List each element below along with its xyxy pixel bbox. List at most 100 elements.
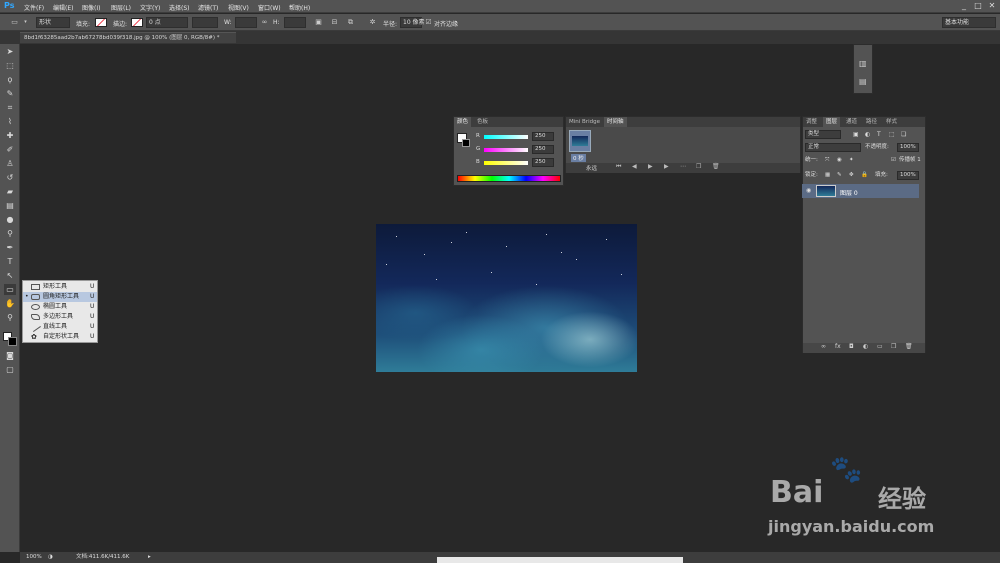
hand-tool-icon[interactable]: ✋: [4, 298, 16, 309]
share-icon[interactable]: ◑: [48, 552, 53, 563]
unify-style-icon[interactable]: ✦: [849, 155, 854, 166]
red-channel-slider[interactable]: R 250: [474, 132, 562, 142]
next-frame-icon[interactable]: ▶: [664, 163, 669, 170]
link-layers-icon[interactable]: ∞: [821, 343, 826, 350]
tab-adjustments[interactable]: 调整: [803, 117, 820, 127]
zoom-level[interactable]: 100%: [26, 552, 42, 563]
path-operations-icon[interactable]: ▣: [314, 18, 323, 27]
marquee-tool-icon[interactable]: ⬚: [4, 60, 16, 71]
menu-image[interactable]: 图像(I): [82, 3, 100, 12]
shape-tool-icon[interactable]: ▭: [4, 284, 16, 295]
new-layer-icon[interactable]: ❐: [891, 343, 896, 350]
unify-position-icon[interactable]: ⤧: [825, 155, 829, 166]
lasso-tool-icon[interactable]: ϙ: [4, 74, 16, 85]
type-tool-icon[interactable]: T: [4, 256, 16, 267]
menu-layer[interactable]: 图层(L): [111, 3, 131, 12]
menu-type[interactable]: 文字(Y): [140, 3, 160, 12]
crop-tool-icon[interactable]: ⌗: [4, 102, 16, 113]
menu-file[interactable]: 文件(F): [24, 3, 44, 12]
document-canvas-image[interactable]: [376, 224, 637, 372]
status-menu-arrow-icon[interactable]: ▸: [148, 552, 151, 563]
green-channel-slider[interactable]: G 250: [474, 145, 562, 155]
document-tab[interactable]: 8bd1f63285aad2b7ab67278bd039f318.jpg @ 1…: [20, 32, 236, 43]
duplicate-frame-icon[interactable]: ❐: [696, 163, 701, 170]
minimize-button[interactable]: _: [958, 1, 970, 11]
radius-field[interactable]: 10 像素: [400, 17, 425, 28]
gear-icon[interactable]: ✲: [368, 18, 377, 27]
pen-tool-icon[interactable]: ✒: [4, 242, 16, 253]
checkbox-checked-icon[interactable]: ☑: [424, 18, 433, 27]
tab-color[interactable]: 颜色: [454, 117, 472, 127]
filter-type-icon[interactable]: T: [877, 129, 881, 140]
lock-position-icon[interactable]: ✥: [849, 170, 854, 181]
path-arrangement-icon[interactable]: ⧉: [346, 18, 355, 27]
layer-filter-kind-select[interactable]: 类型: [805, 130, 841, 139]
lock-pixels-icon[interactable]: ✎: [837, 170, 842, 181]
visibility-eye-icon[interactable]: ◉: [806, 187, 811, 194]
flyout-line-tool[interactable]: 直线工具 U: [23, 321, 97, 333]
menu-window[interactable]: 窗口(W): [258, 3, 281, 12]
path-select-tool-icon[interactable]: ↖: [4, 270, 16, 281]
filter-adjustment-icon[interactable]: ◐: [865, 129, 870, 140]
quick-select-tool-icon[interactable]: ✎: [4, 88, 16, 99]
path-alignment-icon[interactable]: ⊟: [330, 18, 339, 27]
shape-mode-select[interactable]: 形状: [36, 17, 70, 28]
fill-field[interactable]: 100%: [897, 171, 919, 180]
filter-smart-object-icon[interactable]: ❏: [901, 129, 906, 140]
layer-name[interactable]: 图层 0: [840, 188, 858, 197]
red-value-field[interactable]: 250: [532, 132, 554, 141]
horizontal-scrollbar[interactable]: [437, 557, 683, 563]
filter-shape-icon[interactable]: ⬚: [889, 129, 895, 140]
adjustment-layer-icon[interactable]: ◐: [863, 343, 868, 350]
maximize-button[interactable]: □: [972, 1, 984, 11]
stroke-size-field[interactable]: 0 点: [146, 17, 188, 28]
move-tool-icon[interactable]: ➤: [4, 46, 16, 57]
tab-swatches[interactable]: 色板: [474, 117, 491, 127]
prev-frame-icon[interactable]: ◀: [632, 163, 637, 170]
tab-styles[interactable]: 样式: [883, 117, 900, 127]
loop-select[interactable]: 永远: [586, 164, 597, 172]
dodge-tool-icon[interactable]: ⚲: [4, 228, 16, 239]
width-field[interactable]: [235, 17, 257, 28]
quick-mask-icon[interactable]: ◙: [4, 350, 16, 361]
history-panel-icon[interactable]: ▥: [859, 59, 867, 68]
workspace-select[interactable]: 基本功能: [942, 17, 996, 28]
link-icon[interactable]: ∞: [260, 18, 269, 27]
blue-value-field[interactable]: 250: [532, 158, 554, 167]
unify-visibility-icon[interactable]: ◉: [837, 155, 842, 166]
eyedropper-tool-icon[interactable]: ⌇: [4, 116, 16, 127]
menu-filter[interactable]: 滤镜(T): [198, 3, 218, 12]
stroke-swatch[interactable]: [131, 18, 143, 27]
flyout-polygon-tool[interactable]: 多边形工具 U: [23, 312, 97, 322]
blend-mode-select[interactable]: 正常: [805, 143, 861, 152]
color-spectrum-bar[interactable]: [457, 175, 561, 182]
eraser-tool-icon[interactable]: ▰: [4, 186, 16, 197]
zoom-tool-icon[interactable]: ⚲: [4, 312, 16, 323]
close-button[interactable]: ✕: [986, 1, 998, 11]
height-field[interactable]: [284, 17, 306, 28]
delete-frame-icon[interactable]: 🗑: [712, 163, 720, 170]
first-frame-icon[interactable]: ⏮: [616, 163, 621, 171]
screen-mode-icon[interactable]: ▢: [4, 364, 16, 375]
lock-all-icon[interactable]: 🔒: [861, 170, 868, 181]
properties-panel-icon[interactable]: ▤: [859, 77, 867, 86]
background-color-swatch[interactable]: [462, 139, 470, 147]
animation-frame-1[interactable]: [569, 130, 591, 152]
background-color-swatch[interactable]: [8, 337, 17, 346]
tab-paths[interactable]: 路径: [863, 117, 880, 127]
menu-select[interactable]: 选择(S): [169, 3, 190, 12]
flyout-custom-shape-tool[interactable]: ✿ 自定形状工具 U: [23, 332, 97, 342]
menu-view[interactable]: 视图(V): [228, 3, 249, 12]
tab-layers[interactable]: 图层: [823, 117, 841, 127]
doc-info[interactable]: 文档:411.6K/411.6K: [76, 552, 129, 563]
gradient-tool-icon[interactable]: ▤: [4, 200, 16, 211]
brush-tool-icon[interactable]: ✐: [4, 144, 16, 155]
flyout-rectangle-tool[interactable]: 矩形工具 U: [23, 282, 97, 292]
tab-timeline[interactable]: 时间轴: [604, 117, 627, 127]
tween-icon[interactable]: ⋯: [680, 163, 686, 170]
tab-mini-bridge[interactable]: Mini Bridge: [566, 117, 603, 127]
propagate-checkbox[interactable]: ☑: [891, 155, 896, 166]
new-group-icon[interactable]: ▭: [877, 343, 883, 350]
stroke-type-select[interactable]: [192, 17, 218, 28]
fill-swatch[interactable]: [95, 18, 107, 27]
